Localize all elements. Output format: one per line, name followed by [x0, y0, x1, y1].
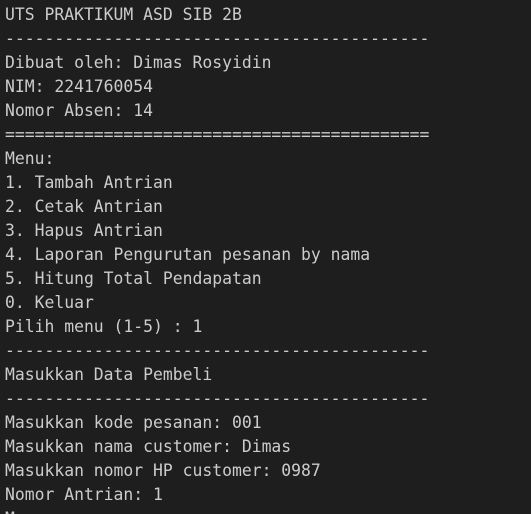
separator-line: ----------------------------------------… — [5, 29, 430, 48]
absen-line: Nomor Absen: 14 — [5, 101, 154, 120]
double-separator-line: ========================================… — [5, 125, 430, 144]
cut-off-line: M — [5, 507, 531, 514]
menu-item-keluar: 0. Keluar — [5, 293, 94, 312]
menu-item-cetak-antrian: 2. Cetak Antrian — [5, 197, 163, 216]
separator-line: ----------------------------------------… — [5, 389, 430, 408]
header-title-line: UTS PRAKTIKUM ASD SIB 2B — [5, 5, 242, 24]
nomor-hp-prompt: Masukkan nomor HP customer: 0987 — [5, 461, 321, 480]
nama-customer-prompt: Masukkan nama customer: Dimas — [5, 437, 292, 456]
separator-line: ----------------------------------------… — [5, 341, 430, 360]
nomor-antrian-line: Nomor Antrian: 1 — [5, 485, 163, 504]
menu-item-tambah-antrian: 1. Tambah Antrian — [5, 173, 173, 192]
menu-heading: Menu: — [5, 149, 55, 168]
menu-item-hitung-pendapatan: 5. Hitung Total Pendapatan — [5, 269, 262, 288]
menu-item-laporan-pengurutan: 4. Laporan Pengurutan pesanan by nama — [5, 245, 371, 264]
section-title-data-pembeli: Masukkan Data Pembeli — [5, 365, 213, 384]
terminal-output: UTS PRAKTIKUM ASD SIB 2B ---------------… — [0, 0, 531, 514]
nim-line: NIM: 2241760054 — [5, 77, 154, 96]
author-line: Dibuat oleh: Dimas Rosyidin — [5, 53, 272, 72]
kode-pesanan-prompt: Masukkan kode pesanan: 001 — [5, 413, 262, 432]
menu-item-hapus-antrian: 3. Hapus Antrian — [5, 221, 163, 240]
menu-choice-prompt: Pilih menu (1-5) : 1 — [5, 317, 203, 336]
